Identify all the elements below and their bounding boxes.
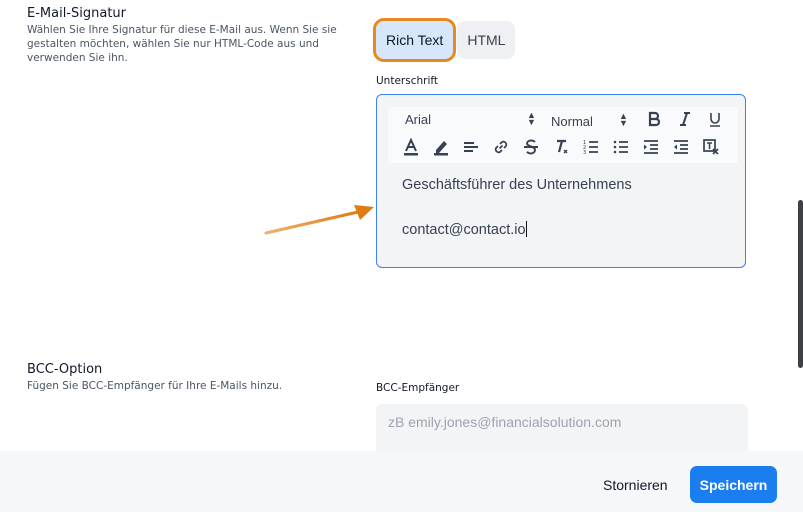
font-size-value: Normal (551, 113, 593, 129)
bold-icon[interactable] (644, 109, 664, 129)
scrollbar[interactable] (798, 200, 803, 368)
settings-page: E-Mail-Signatur Wählen Sie Ihre Signatur… (0, 0, 803, 512)
strikethrough-icon[interactable] (521, 137, 541, 157)
outdent-icon[interactable] (671, 137, 691, 157)
html-button[interactable]: HTML (457, 21, 516, 59)
cancel-button[interactable]: Stornieren (596, 469, 675, 501)
ordered-list-icon[interactable]: 123 (581, 137, 601, 157)
signature-line-title: Geschäftsführer des Unternehmens (402, 177, 632, 193)
clear-format-icon[interactable] (551, 137, 571, 157)
bcc-input[interactable]: zB emily.jones@financialsolution.com (376, 404, 748, 454)
signature-mode-toggle: Rich Text HTML (376, 21, 516, 59)
bcc-description: Fügen Sie BCC-Empfänger für Ihre E-Mails… (27, 380, 283, 392)
text-color-icon[interactable] (401, 137, 421, 157)
bcc-field-label: BCC-Empfänger (376, 382, 460, 394)
select-arrows-icon: ▲ ▼ (619, 111, 628, 128)
svg-text:3: 3 (583, 150, 586, 156)
indent-icon[interactable] (641, 137, 661, 157)
font-size-select[interactable]: Normal ▲ ▼ (551, 109, 631, 133)
bcc-title: BCC-Option (27, 362, 103, 377)
underline-icon[interactable] (705, 109, 725, 129)
footer-bar: Stornieren Speichern (0, 451, 803, 512)
signature-line-email: contact@contact.io (402, 221, 527, 238)
highlight-icon[interactable] (431, 137, 451, 157)
signature-title: E-Mail-Signatur (27, 6, 127, 21)
signature-editor[interactable]: Arial ▲ ▼ Normal ▲ ▼ 1 2 3 Geschäftsführ… (376, 94, 746, 268)
rich-text-button[interactable]: Rich Text (376, 21, 454, 59)
text-cursor (525, 221, 527, 237)
save-button[interactable]: Speichern (690, 466, 777, 503)
signature-editor-label: Unterschrift (376, 75, 438, 87)
select-arrows-icon: ▲ ▼ (527, 110, 536, 127)
italic-icon[interactable] (675, 109, 695, 129)
font-family-value: Arial (405, 111, 432, 127)
font-family-select[interactable]: Arial ▲ ▼ (405, 107, 536, 131)
bullet-list-icon[interactable] (611, 137, 631, 157)
remove-format-icon[interactable] (701, 137, 721, 157)
link-icon[interactable] (491, 137, 511, 157)
align-icon[interactable] (461, 137, 481, 157)
annotation-arrow-icon (264, 205, 374, 235)
signature-description: Wählen Sie Ihre Signatur für diese E-Mai… (27, 24, 337, 64)
editor-toolbar: Arial ▲ ▼ Normal ▲ ▼ 1 2 3 (388, 107, 738, 163)
